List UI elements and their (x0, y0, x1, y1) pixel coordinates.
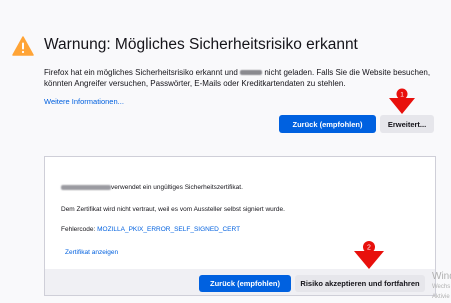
error-code-link[interactable]: MOZILLA_PKIX_ERROR_SELF_SIGNED_CERT (97, 226, 240, 233)
more-info-link[interactable]: Weitere Informationen... (44, 97, 124, 106)
warning-icon (12, 36, 34, 56)
view-certificate-link[interactable]: Zertifikat anzeigen (65, 249, 118, 256)
annotation-number-2: 2 (367, 245, 371, 252)
page-title: Warnung: Mögliches Sicherheitsrisiko erk… (44, 36, 358, 53)
redacted-hostname (61, 184, 111, 190)
back-recommended-button-2[interactable]: Zurück (empfohlen) (199, 275, 291, 292)
cert-invalid-text: verwendet ein ungültiges Sicherheitszert… (61, 184, 243, 191)
error-code-line: Fehlercode: MOZILLA_PKIX_ERROR_SELF_SIGN… (61, 226, 240, 233)
watermark-line-2: Wechs (432, 284, 451, 290)
advanced-panel: verwendet ein ungültiges Sicherheitszert… (44, 156, 436, 296)
description-part-1: Firefox hat ein mögliches Sicherheitsris… (44, 68, 238, 77)
advanced-button[interactable]: Erweitert... (380, 115, 434, 133)
activation-watermark: Wind Wechs Aktivie (432, 272, 451, 302)
accept-risk-button[interactable]: Risiko akzeptieren und fortfahren (295, 275, 425, 292)
error-code-label: Fehlercode: (61, 226, 96, 233)
annotation-number-1: 1 (400, 91, 404, 98)
not-trusted-text: Dem Zertifikat wird nicht vertraut, weil… (61, 206, 285, 213)
annotation-arrow-2-icon: 2 (354, 241, 384, 269)
back-recommended-button[interactable]: Zurück (empfohlen) (279, 115, 376, 133)
watermark-line-3: Aktivie (432, 294, 450, 300)
warning-description: Firefox hat ein mögliches Sicherheitsris… (44, 67, 436, 89)
annotation-arrow-1-icon: 1 (389, 88, 415, 114)
redacted-hostname (240, 70, 263, 76)
watermark-line-1: Wind (432, 271, 451, 282)
